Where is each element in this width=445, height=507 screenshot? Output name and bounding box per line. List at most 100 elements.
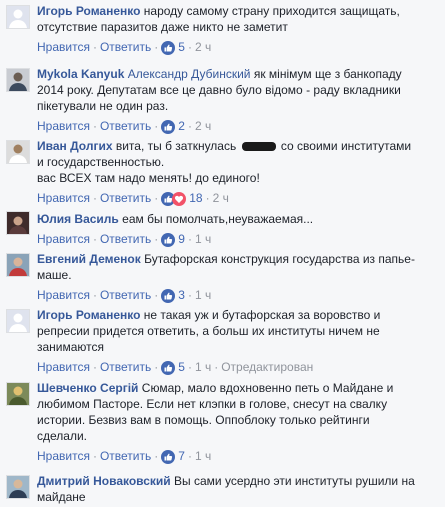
comment-actions: Нравится · Ответить · 18 · 2 ч xyxy=(37,189,437,207)
comment-body: Игорь Романенко народу самому страну при… xyxy=(37,3,437,56)
comment-text: Евгений Деменок Бутафорская конструкция … xyxy=(37,251,437,283)
comment-text: Дмитрий Новаковский Вы сами усердно эти … xyxy=(37,473,437,505)
comment-author[interactable]: Mykola Kanyuk xyxy=(37,67,124,81)
comment-body: Mykola Kanyuk Александр Дубинский як мін… xyxy=(37,66,437,135)
like-reaction-icon[interactable] xyxy=(161,119,176,134)
timestamp[interactable]: 1 ч xyxy=(195,449,211,463)
reply-button[interactable]: Ответить xyxy=(100,449,151,463)
mention-link[interactable]: Александр Дубинский xyxy=(128,67,251,81)
like-reaction-icon[interactable] xyxy=(161,232,176,247)
separator: · xyxy=(154,449,159,463)
like-reaction-icon[interactable] xyxy=(161,360,176,375)
comment-actions: Нравится · Ответить · 7 · 1 ч xyxy=(37,447,437,465)
reply-button[interactable]: Ответить xyxy=(100,191,151,205)
avatar[interactable] xyxy=(6,68,30,92)
comment-text-line: Бутафорская конструкция государства из п… xyxy=(144,252,415,266)
separator: · xyxy=(92,449,97,463)
reply-button[interactable]: Ответить xyxy=(100,119,151,133)
timestamp[interactable]: 2 ч xyxy=(213,191,229,205)
timestamp[interactable]: 1 ч xyxy=(195,232,211,246)
comment-author[interactable]: Игорь Романенко xyxy=(37,4,140,18)
comment-body: Евгений Деменок Бутафорская конструкция … xyxy=(37,251,437,304)
separator: · xyxy=(154,360,159,374)
separator: · xyxy=(187,232,192,246)
separator: · xyxy=(187,449,192,463)
redacted-mention xyxy=(241,142,276,152)
like-button[interactable]: Нравится xyxy=(37,40,90,54)
comment-actions: Нравится · Ответить · 5 · 2 ч xyxy=(37,38,437,56)
timestamp[interactable]: 1 ч xyxy=(195,360,211,374)
comment-author[interactable]: Дмитрий Новаковский xyxy=(37,474,171,488)
comment-text-line: занимаются xyxy=(37,340,105,354)
reaction-count[interactable]: 3 xyxy=(178,288,185,302)
avatar[interactable] xyxy=(6,382,30,406)
comment-body: Шевченко Сергій Сюмар, мало вдохновенно … xyxy=(37,380,437,465)
reaction-count[interactable]: 2 xyxy=(178,119,185,133)
comment-text-line: со своими институтами xyxy=(277,139,412,153)
timestamp[interactable]: 1 ч xyxy=(195,288,211,302)
separator: · xyxy=(154,232,159,246)
like-button[interactable]: Нравится xyxy=(37,191,90,205)
comment-author[interactable]: Игорь Романенко xyxy=(37,308,140,322)
like-button[interactable]: Нравится xyxy=(37,288,90,302)
comment-text-line: маше. xyxy=(37,268,72,282)
like-reaction-icon[interactable] xyxy=(161,449,176,464)
comment-text-line: и государственностью. xyxy=(37,155,165,169)
comment-text-line: репресии придется ответить, а больш их и… xyxy=(37,324,380,338)
comment-feed: Игорь Романенко народу самому страну при… xyxy=(0,0,445,507)
comment-text-line: народу самому страну приходится защищать… xyxy=(143,4,400,18)
reply-button[interactable]: Ответить xyxy=(100,288,151,302)
comment-body: Иван Долгих вита, ты б заткнулась со сво… xyxy=(37,138,437,207)
separator: · xyxy=(92,232,97,246)
reaction-count[interactable]: 5 xyxy=(178,40,185,54)
comment-text-line: вита, ты б заткнулась xyxy=(115,139,240,153)
reaction-count[interactable]: 9 xyxy=(178,232,185,246)
separator: · xyxy=(187,40,192,54)
separator: · xyxy=(92,191,97,205)
separator: · xyxy=(187,288,192,302)
separator: · xyxy=(92,119,97,133)
avatar[interactable] xyxy=(6,140,30,164)
comment-text-line: любимом Пасторе. Если нет клэпки в голов… xyxy=(37,397,388,411)
edited-label[interactable]: Отредактирован xyxy=(221,360,313,374)
comment-text-line: истории. Безвиз вам в помощь. Оппоблоку … xyxy=(37,413,370,427)
comment-text-line: як мінімум ще з банкопаду xyxy=(250,67,402,81)
comment-text-line: Сюмар, мало вдохновенно петь о Майдане и xyxy=(141,381,394,395)
comment-text: Игорь Романенко народу самому страну при… xyxy=(37,3,437,35)
comment-author[interactable]: Шевченко Сергій xyxy=(37,381,138,395)
comment-body: Дмитрий Новаковский Вы сами усердно эти … xyxy=(37,473,437,505)
separator: · xyxy=(92,288,97,302)
separator: · xyxy=(187,119,192,133)
reaction-count[interactable]: 7 xyxy=(178,449,185,463)
reply-button[interactable]: Ответить xyxy=(100,360,151,374)
comment-author[interactable]: Евгений Деменок xyxy=(37,252,141,266)
like-button[interactable]: Нравится xyxy=(37,232,90,246)
like-button[interactable]: Нравится xyxy=(37,360,90,374)
comment-text: Mykola Kanyuk Александр Дубинский як мін… xyxy=(37,66,437,114)
comment-author[interactable]: Иван Долгих xyxy=(37,139,113,153)
reaction-count[interactable]: 5 xyxy=(178,360,185,374)
reply-button[interactable]: Ответить xyxy=(100,40,151,54)
separator: · xyxy=(214,360,219,374)
comment-text: Юлия Василь еам бы помолчать,неуважаемая… xyxy=(37,211,437,227)
like-reaction-icon[interactable] xyxy=(161,288,176,303)
comment-text-line: майдане xyxy=(37,490,86,504)
comment-actions: Нравится · Ответить · 9 · 1 ч xyxy=(37,230,437,248)
like-reaction-icon[interactable] xyxy=(161,40,176,55)
like-button[interactable]: Нравится xyxy=(37,449,90,463)
avatar[interactable] xyxy=(6,211,30,235)
avatar[interactable] xyxy=(6,309,30,333)
avatar[interactable] xyxy=(6,475,30,499)
timestamp[interactable]: 2 ч xyxy=(195,119,211,133)
separator: · xyxy=(154,40,159,54)
like-button[interactable]: Нравится xyxy=(37,119,90,133)
avatar[interactable] xyxy=(6,253,30,277)
timestamp[interactable]: 2 ч xyxy=(195,40,211,54)
avatar[interactable] xyxy=(6,5,30,29)
reaction-count[interactable]: 18 xyxy=(189,191,202,205)
love-reaction-icon[interactable] xyxy=(172,191,187,206)
reply-button[interactable]: Ответить xyxy=(100,232,151,246)
comment-text-line: пікетували не один раз. xyxy=(37,99,169,113)
separator: · xyxy=(205,191,210,205)
comment-author[interactable]: Юлия Василь xyxy=(37,212,119,226)
